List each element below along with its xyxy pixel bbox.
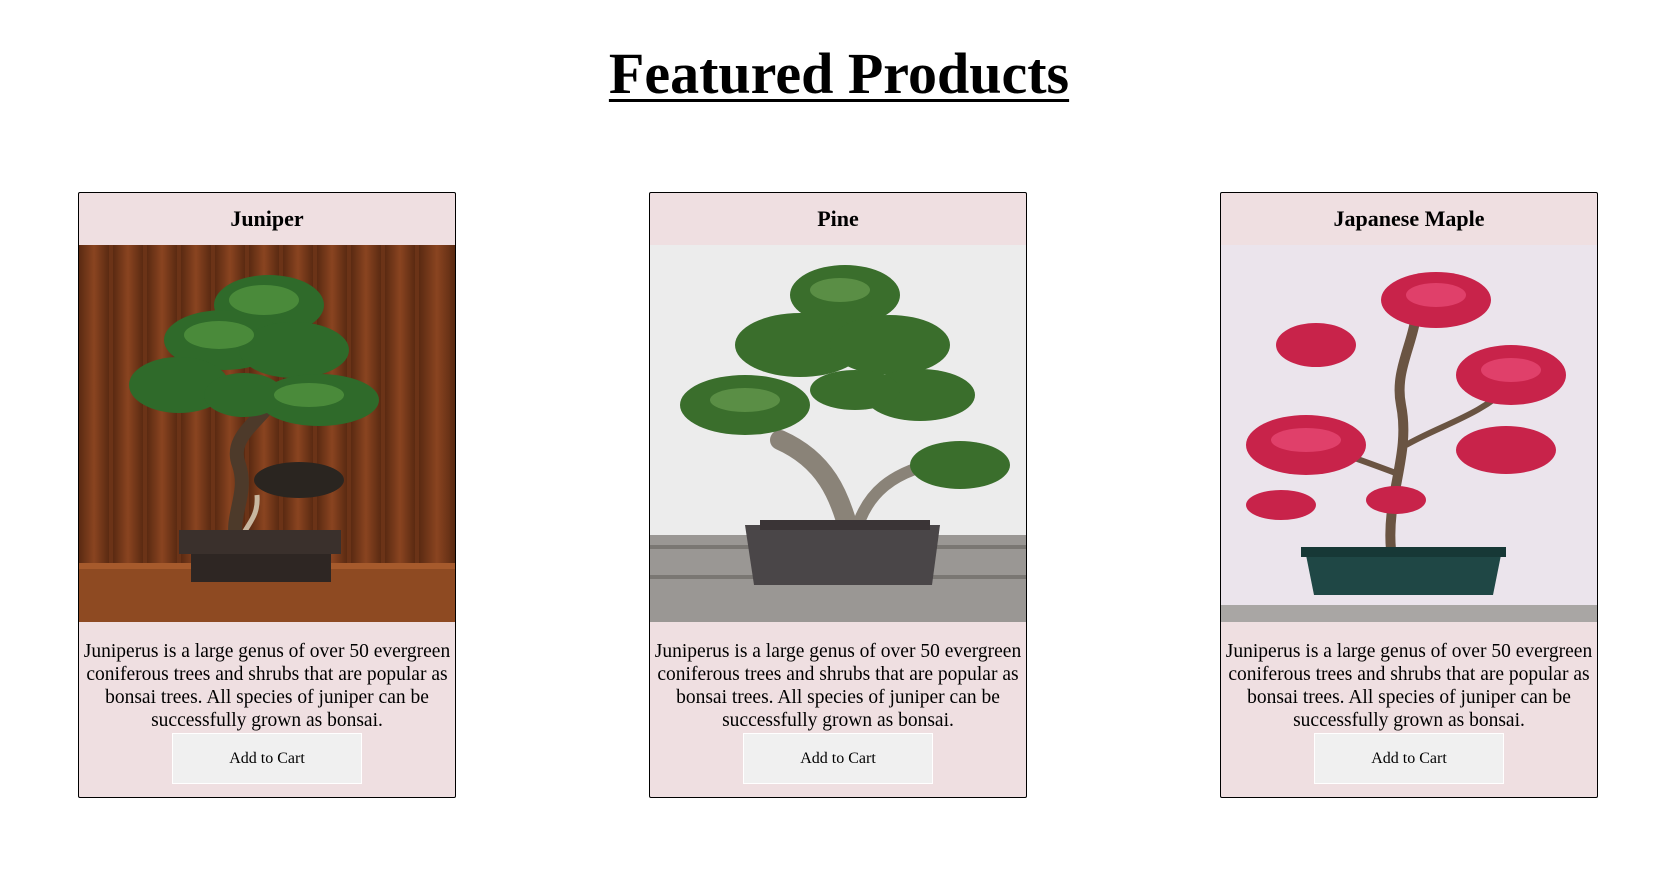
product-description: Juniperus is a large genus of over 50 ev… bbox=[83, 641, 451, 731]
product-card-japanese-maple: Japanese Maple Juniperus is a large genu… bbox=[1220, 192, 1598, 798]
maple-bonsai-image bbox=[1221, 245, 1597, 622]
page-title: Featured Products bbox=[608, 41, 1070, 106]
product-card-juniper: Juniper Juniperus is a large genus of ov… bbox=[78, 192, 456, 798]
product-description: Juniperus is a large genus of over 50 ev… bbox=[654, 641, 1022, 731]
juniper-bonsai-image bbox=[79, 245, 455, 622]
product-description: Juniperus is a large genus of over 50 ev… bbox=[1225, 641, 1593, 731]
add-to-cart-button[interactable]: Add to Cart bbox=[1314, 733, 1504, 784]
add-to-cart-button[interactable]: Add to Cart bbox=[172, 733, 362, 784]
bonsai-pot bbox=[745, 525, 940, 585]
product-title: Pine bbox=[817, 206, 859, 231]
add-to-cart-button[interactable]: Add to Cart bbox=[743, 733, 933, 784]
bonsai-pot bbox=[179, 530, 341, 554]
product-title: Juniper bbox=[230, 206, 304, 231]
product-title: Japanese Maple bbox=[1333, 206, 1485, 231]
pine-bonsai-image bbox=[650, 245, 1026, 622]
product-card-pine: Pine Juniperus is a large genus of over … bbox=[649, 192, 1027, 798]
bonsai-pot bbox=[1306, 555, 1501, 595]
